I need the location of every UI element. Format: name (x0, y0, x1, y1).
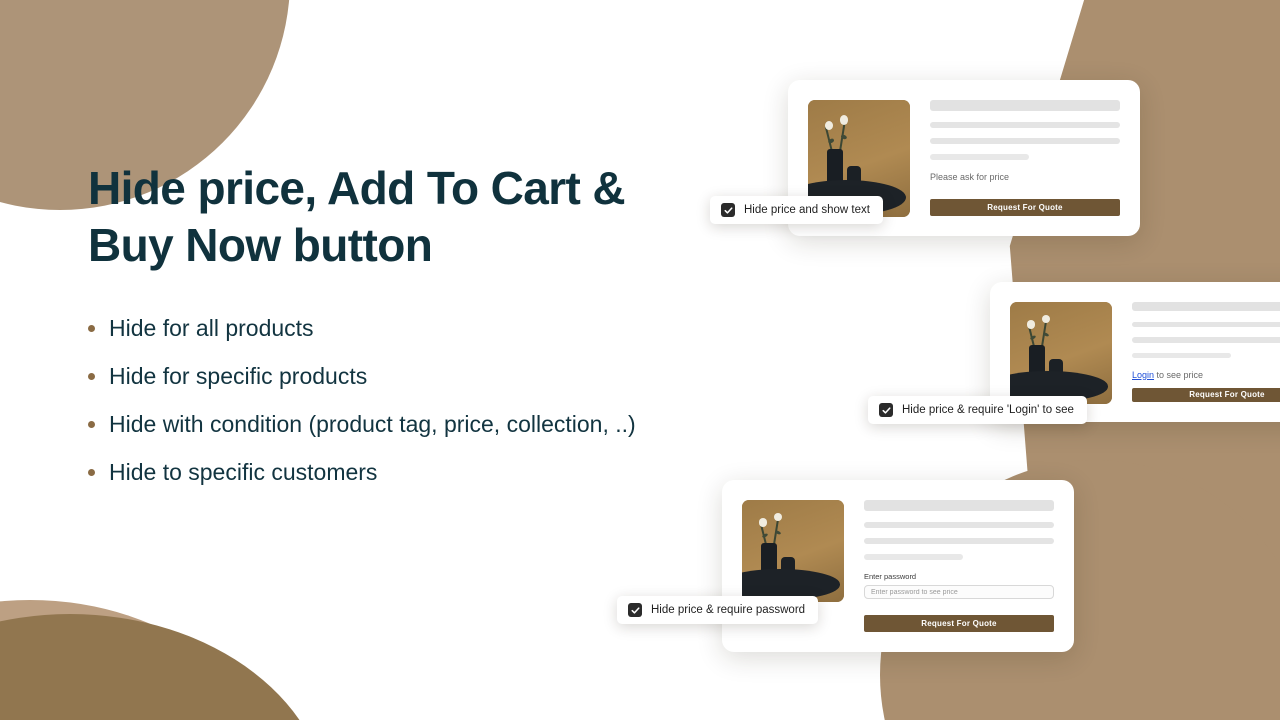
product-details: Enter password Request For Quote (864, 500, 1054, 632)
product-image (742, 500, 844, 602)
request-for-quote-button[interactable]: Request For Quote (930, 199, 1120, 216)
checkbox-checked-icon[interactable] (879, 403, 893, 417)
skeleton-title (864, 500, 1054, 511)
product-image (1010, 302, 1112, 404)
skeleton-line (1132, 337, 1280, 343)
bullet-dot-icon (88, 421, 95, 428)
skeleton-line-short (864, 554, 963, 560)
checkbox-checked-icon[interactable] (721, 203, 735, 217)
login-link[interactable]: Login (1132, 370, 1154, 380)
product-card-hide-price-require-password: Enter password Request For Quote (722, 480, 1074, 652)
feature-label: Hide with condition (product tag, price,… (109, 411, 636, 437)
password-field-label: Enter password (864, 572, 917, 581)
skeleton-line-short (1132, 352, 1231, 358)
password-input[interactable] (864, 585, 1054, 599)
skeleton-line (864, 522, 1054, 528)
hero-text-column: Hide price, Add To Cart & Buy Now button… (88, 160, 708, 506)
feature-list: Hide for all products Hide for specific … (88, 314, 708, 486)
feature-label: Hide for specific products (109, 363, 368, 389)
page-title: Hide price, Add To Cart & Buy Now button (88, 162, 626, 271)
feature-label: Hide to specific customers (109, 459, 378, 485)
bullet-dot-icon (88, 325, 95, 332)
option-chip-label: Hide price & require 'Login' to see (902, 404, 1074, 416)
price-replacement-text: Please ask for price (930, 172, 1010, 182)
decor-shape-bottom-left-dark (0, 614, 330, 720)
skeleton-line (930, 138, 1120, 144)
option-chip-hide-price-require-password[interactable]: Hide price & require password (617, 596, 819, 624)
option-chip-hide-price-show-text[interactable]: Hide price and show text (710, 196, 883, 224)
list-item: Hide to specific customers (88, 458, 708, 486)
skeleton-line (930, 122, 1120, 128)
option-chip-label: Hide price and show text (744, 204, 870, 216)
list-item: Hide with condition (product tag, price,… (88, 410, 708, 438)
list-item: Hide for specific products (88, 362, 708, 390)
product-details: Login to see price Request For Quote (1132, 302, 1280, 403)
skeleton-title (930, 100, 1120, 111)
feature-label: Hide for all products (109, 315, 314, 341)
price-replacement-text: Login to see price (1132, 370, 1280, 380)
list-item: Hide for all products (88, 314, 708, 342)
bullet-dot-icon (88, 373, 95, 380)
checkbox-checked-icon[interactable] (628, 603, 642, 617)
skeleton-line-short (930, 154, 1029, 160)
bullet-dot-icon (88, 469, 95, 476)
skeleton-line (864, 538, 1054, 544)
skeleton-title (1132, 302, 1280, 312)
request-for-quote-button[interactable]: Request For Quote (864, 615, 1054, 632)
decor-shape-bottom-left-light (0, 600, 290, 720)
promo-banner: Hide price, Add To Cart & Buy Now button… (0, 0, 1280, 720)
request-for-quote-button[interactable]: Request For Quote (1132, 387, 1280, 403)
skeleton-line (1132, 322, 1280, 328)
login-note-suffix: to see price (1154, 369, 1204, 380)
product-details: Please ask for price Request For Quote (930, 100, 1120, 216)
option-chip-label: Hide price & require password (651, 604, 806, 616)
option-chip-hide-price-require-login[interactable]: Hide price & require 'Login' to see (868, 396, 1087, 424)
